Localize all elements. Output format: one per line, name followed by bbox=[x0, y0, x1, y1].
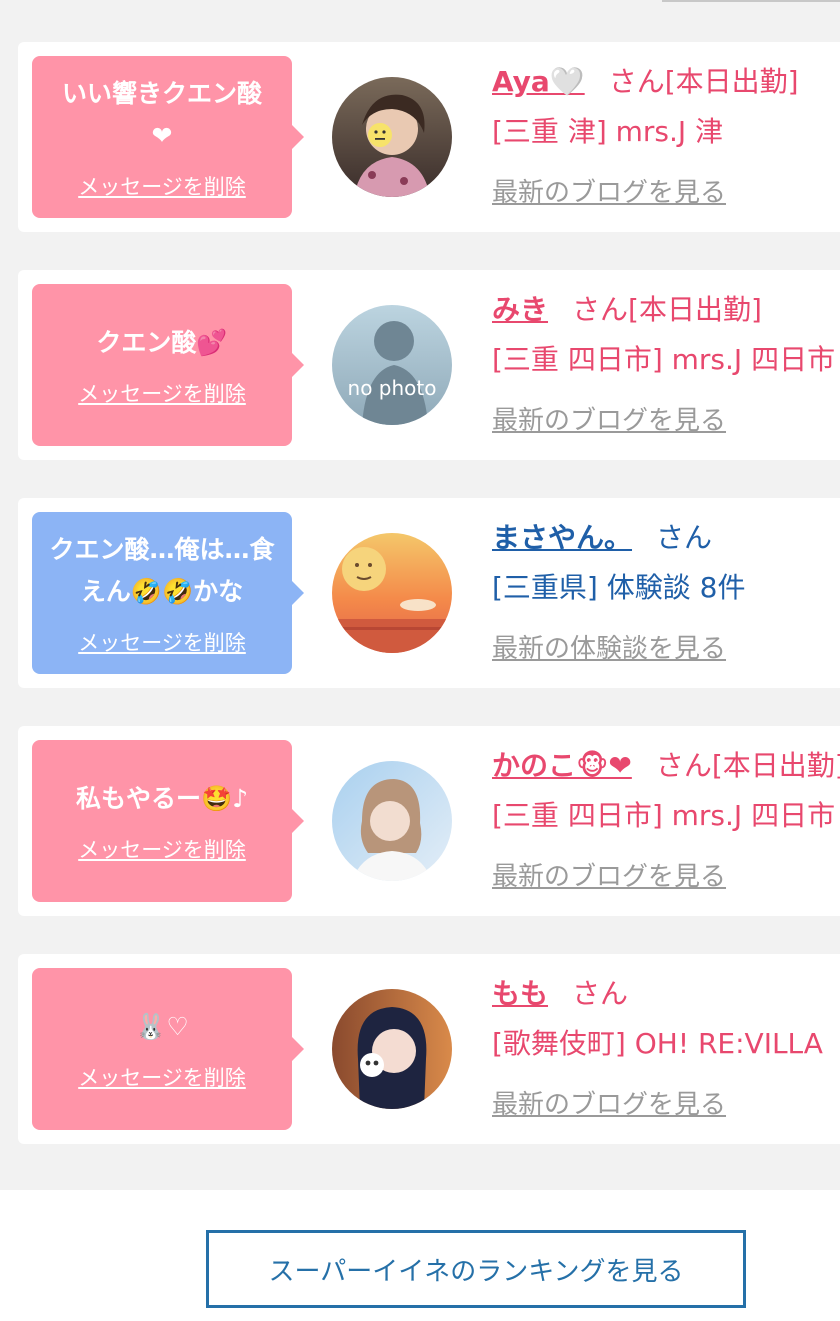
sender-name-link[interactable]: もも bbox=[492, 977, 548, 1010]
avatar[interactable] bbox=[332, 989, 452, 1109]
message-bubble: 🐰♡ メッセージを削除 bbox=[32, 968, 304, 1130]
sender-suffix: さん[本日出勤] bbox=[608, 65, 799, 98]
sender-suffix: さん[本日出勤] bbox=[655, 749, 840, 782]
sender-suffix: さん bbox=[656, 521, 713, 554]
message-list: いい響きクエン酸 ❤ メッセージを削除 Aya🤍 さん[本日出勤] [三重 津]… bbox=[18, 42, 840, 1182]
shop-info: [三重 津] mrs.J 津 bbox=[492, 115, 724, 148]
avatar[interactable] bbox=[332, 761, 452, 881]
sender-info: もも さん [歌舞伎町] OH! RE:VILLA 最新のブログを見る bbox=[492, 972, 840, 1121]
delete-message-link[interactable]: メッセージを削除 bbox=[78, 834, 246, 864]
message-bubble: 私もやるー🤩♪ メッセージを削除 bbox=[32, 740, 304, 902]
avatar[interactable]: no photo bbox=[332, 305, 452, 425]
message-card: 私もやるー🤩♪ メッセージを削除 かのこ🐵❤ さん[本日出勤] [三重 四日市] … bbox=[18, 726, 840, 916]
message-bubble: クエン酸…俺は…食 えん🤣🤣かな メッセージを削除 bbox=[32, 512, 304, 674]
no-photo-label: no photo bbox=[348, 376, 437, 400]
message-text: クエン酸…俺は…食 えん🤣🤣かな bbox=[49, 535, 275, 606]
shop-info: [三重 四日市] mrs.J 四日市 bbox=[492, 343, 836, 376]
delete-message-link[interactable]: メッセージを削除 bbox=[78, 627, 246, 657]
message-card: クエン酸💕 メッセージを削除 no photo みき さん[本日出勤] [三重 四… bbox=[18, 270, 840, 460]
sender-info: かのこ🐵❤ さん[本日出勤] [三重 四日市] mrs.J 四日市 最新のブログを… bbox=[492, 744, 840, 893]
latest-blog-link[interactable]: 最新のブログを見る bbox=[492, 856, 726, 893]
latest-review-link[interactable]: 最新の体験談を見る bbox=[492, 628, 726, 665]
message-text: いい響きクエン酸 ❤ bbox=[61, 79, 262, 150]
delete-message-link[interactable]: メッセージを削除 bbox=[78, 171, 246, 201]
latest-blog-link[interactable]: 最新のブログを見る bbox=[492, 400, 726, 437]
message-bubble: クエン酸💕 メッセージを削除 bbox=[32, 284, 304, 446]
message-text: 私もやるー🤩♪ bbox=[75, 784, 249, 813]
sender-info: Aya🤍 さん[本日出勤] [三重 津] mrs.J 津 最新のブログを見る bbox=[492, 60, 840, 209]
delete-message-link[interactable]: メッセージを削除 bbox=[78, 378, 246, 408]
sender-info: まさやん。 さん [三重県] 体験談 8件 最新の体験談を見る bbox=[492, 516, 840, 665]
latest-blog-link[interactable]: 最新のブログを見る bbox=[492, 172, 726, 209]
message-card: 🐰♡ メッセージを削除 もも さん [歌舞伎町] OH! RE:VILLA 最新… bbox=[18, 954, 840, 1144]
avatar[interactable] bbox=[332, 533, 452, 653]
message-bubble: いい響きクエン酸 ❤ メッセージを削除 bbox=[32, 56, 304, 218]
sender-name-link[interactable]: みき bbox=[492, 293, 548, 326]
message-text: クエン酸💕 bbox=[96, 328, 228, 357]
sender-suffix: さん bbox=[572, 977, 629, 1010]
latest-blog-link[interactable]: 最新のブログを見る bbox=[492, 1084, 726, 1121]
message-text: 🐰♡ bbox=[135, 1012, 189, 1041]
sender-suffix: さん[本日出勤] bbox=[572, 293, 762, 326]
bottom-section: スーパーイイネのランキングを見る bbox=[0, 1190, 840, 1321]
message-card: いい響きクエン酸 ❤ メッセージを削除 Aya🤍 さん[本日出勤] [三重 津]… bbox=[18, 42, 840, 232]
top-divider bbox=[662, 0, 840, 2]
avatar[interactable] bbox=[332, 77, 452, 197]
sender-name-link[interactable]: Aya🤍 bbox=[492, 65, 585, 98]
sender-info: みき さん[本日出勤] [三重 四日市] mrs.J 四日市 最新のブログを見る bbox=[492, 288, 840, 437]
delete-message-link[interactable]: メッセージを削除 bbox=[78, 1062, 246, 1092]
message-card: クエン酸…俺は…食 えん🤣🤣かな メッセージを削除 まさやん。 さん [三重県]… bbox=[18, 498, 840, 688]
top-edge bbox=[0, 0, 840, 6]
view-ranking-button[interactable]: スーパーイイネのランキングを見る bbox=[206, 1230, 746, 1308]
shop-info: [三重 四日市] mrs.J 四日市 bbox=[492, 799, 836, 832]
shop-info: [歌舞伎町] OH! RE:VILLA bbox=[492, 1027, 823, 1060]
review-info: [三重県] 体験談 8件 bbox=[492, 571, 746, 604]
sender-name-link[interactable]: まさやん。 bbox=[492, 521, 632, 554]
sender-name-link[interactable]: かのこ🐵❤ bbox=[492, 749, 632, 782]
